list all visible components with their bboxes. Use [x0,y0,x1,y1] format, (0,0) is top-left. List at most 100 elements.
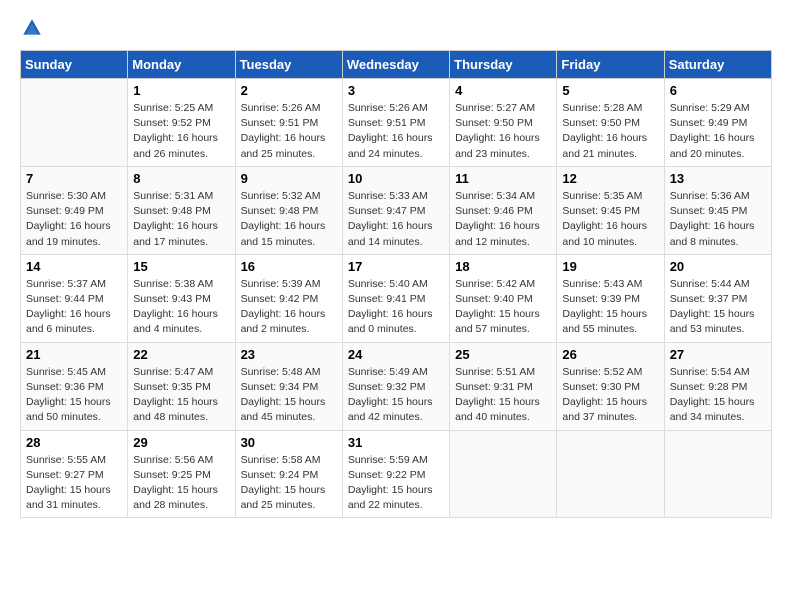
day-info: Sunrise: 5:59 AM Sunset: 9:22 PM Dayligh… [348,453,444,514]
day-info: Sunrise: 5:44 AM Sunset: 9:37 PM Dayligh… [670,277,766,338]
calendar-cell: 27 Sunrise: 5:54 AM Sunset: 9:28 PM Dayli… [664,342,771,430]
day-number: 5 [562,83,658,98]
day-number: 10 [348,171,444,186]
week-row-4: 28Sunrise: 5:55 AM Sunset: 9:27 PM Dayli… [21,430,772,518]
day-number: 2 [241,83,337,98]
day-number: 11 [455,171,551,186]
day-number: 31 [348,435,444,450]
calendar-cell: 2 Sunrise: 5:26 AM Sunset: 9:51 PM Daylig… [235,79,342,167]
day-info: Sunrise: 5:26 AM Sunset: 9:51 PM Dayligh… [348,101,444,162]
day-number: 18 [455,259,551,274]
day-info: Sunrise: 5:38 AM Sunset: 9:43 PM Dayligh… [133,277,229,338]
day-number: 21 [26,347,122,362]
calendar-cell: 12 Sunrise: 5:35 AM Sunset: 9:45 PM Dayli… [557,166,664,254]
week-row-1: 7 Sunrise: 5:30 AM Sunset: 9:49 PM Daylig… [21,166,772,254]
week-row-0: 1 Sunrise: 5:25 AM Sunset: 9:52 PM Daylig… [21,79,772,167]
day-number: 14 [26,259,122,274]
day-info: Sunrise: 5:47 AM Sunset: 9:35 PM Dayligh… [133,365,229,426]
calendar-cell [450,430,557,518]
day-info: Sunrise: 5:31 AM Sunset: 9:48 PM Dayligh… [133,189,229,250]
calendar-cell: 24Sunrise: 5:49 AM Sunset: 9:32 PM Dayli… [342,342,449,430]
calendar-cell: 31 Sunrise: 5:59 AM Sunset: 9:22 PM Dayli… [342,430,449,518]
day-info: Sunrise: 5:35 AM Sunset: 9:45 PM Dayligh… [562,189,658,250]
day-number: 6 [670,83,766,98]
calendar-cell: 13 Sunrise: 5:36 AM Sunset: 9:45 PM Dayli… [664,166,771,254]
day-number: 7 [26,171,122,186]
day-number: 8 [133,171,229,186]
calendar-cell: 10 Sunrise: 5:33 AM Sunset: 9:47 PM Dayli… [342,166,449,254]
calendar-cell: 29 Sunrise: 5:56 AM Sunset: 9:25 PM Dayli… [128,430,235,518]
logo-icon [22,18,42,38]
day-info: Sunrise: 5:54 AM Sunset: 9:28 PM Dayligh… [670,365,766,426]
day-info: Sunrise: 5:29 AM Sunset: 9:49 PM Dayligh… [670,101,766,162]
calendar-cell: 22 Sunrise: 5:47 AM Sunset: 9:35 PM Dayli… [128,342,235,430]
day-number: 9 [241,171,337,186]
calendar-cell: 4 Sunrise: 5:27 AM Sunset: 9:50 PM Daylig… [450,79,557,167]
calendar-cell: 16 Sunrise: 5:39 AM Sunset: 9:42 PM Dayli… [235,254,342,342]
day-number: 22 [133,347,229,362]
calendar-cell: 20Sunrise: 5:44 AM Sunset: 9:37 PM Dayli… [664,254,771,342]
day-info: Sunrise: 5:40 AM Sunset: 9:41 PM Dayligh… [348,277,444,338]
day-header-tuesday: Tuesday [235,51,342,79]
day-number: 13 [670,171,766,186]
calendar-cell [557,430,664,518]
day-number: 26 [562,347,658,362]
day-info: Sunrise: 5:45 AM Sunset: 9:36 PM Dayligh… [26,365,122,426]
day-info: Sunrise: 5:36 AM Sunset: 9:45 PM Dayligh… [670,189,766,250]
day-number: 30 [241,435,337,450]
calendar-cell: 15 Sunrise: 5:38 AM Sunset: 9:43 PM Dayli… [128,254,235,342]
day-info: Sunrise: 5:28 AM Sunset: 9:50 PM Dayligh… [562,101,658,162]
calendar-table: SundayMondayTuesdayWednesdayThursdayFrid… [20,50,772,518]
day-header-saturday: Saturday [664,51,771,79]
calendar-cell: 1 Sunrise: 5:25 AM Sunset: 9:52 PM Daylig… [128,79,235,167]
day-header-wednesday: Wednesday [342,51,449,79]
calendar-cell: 11 Sunrise: 5:34 AM Sunset: 9:46 PM Dayli… [450,166,557,254]
calendar-cell: 9 Sunrise: 5:32 AM Sunset: 9:48 PM Daylig… [235,166,342,254]
day-info: Sunrise: 5:34 AM Sunset: 9:46 PM Dayligh… [455,189,551,250]
calendar-cell: 8 Sunrise: 5:31 AM Sunset: 9:48 PM Daylig… [128,166,235,254]
header-row: SundayMondayTuesdayWednesdayThursdayFrid… [21,51,772,79]
day-info: Sunrise: 5:51 AM Sunset: 9:31 PM Dayligh… [455,365,551,426]
week-row-2: 14Sunrise: 5:37 AM Sunset: 9:44 PM Dayli… [21,254,772,342]
calendar-cell [21,79,128,167]
day-info: Sunrise: 5:33 AM Sunset: 9:47 PM Dayligh… [348,189,444,250]
day-number: 1 [133,83,229,98]
day-number: 29 [133,435,229,450]
calendar-cell: 18 Sunrise: 5:42 AM Sunset: 9:40 PM Dayli… [450,254,557,342]
calendar-cell: 14Sunrise: 5:37 AM Sunset: 9:44 PM Dayli… [21,254,128,342]
day-number: 4 [455,83,551,98]
calendar-cell: 19Sunrise: 5:43 AM Sunset: 9:39 PM Dayli… [557,254,664,342]
day-number: 16 [241,259,337,274]
day-number: 15 [133,259,229,274]
day-info: Sunrise: 5:25 AM Sunset: 9:52 PM Dayligh… [133,101,229,162]
day-header-monday: Monday [128,51,235,79]
calendar-cell: 5 Sunrise: 5:28 AM Sunset: 9:50 PM Daylig… [557,79,664,167]
day-number: 24 [348,347,444,362]
day-info: Sunrise: 5:32 AM Sunset: 9:48 PM Dayligh… [241,189,337,250]
calendar-cell: 7 Sunrise: 5:30 AM Sunset: 9:49 PM Daylig… [21,166,128,254]
calendar-cell [664,430,771,518]
day-header-friday: Friday [557,51,664,79]
week-row-3: 21 Sunrise: 5:45 AM Sunset: 9:36 PM Dayli… [21,342,772,430]
day-info: Sunrise: 5:58 AM Sunset: 9:24 PM Dayligh… [241,453,337,514]
day-number: 25 [455,347,551,362]
day-header-sunday: Sunday [21,51,128,79]
day-info: Sunrise: 5:39 AM Sunset: 9:42 PM Dayligh… [241,277,337,338]
header [20,20,772,40]
day-number: 12 [562,171,658,186]
day-number: 27 [670,347,766,362]
day-number: 19 [562,259,658,274]
calendar-cell: 28Sunrise: 5:55 AM Sunset: 9:27 PM Dayli… [21,430,128,518]
calendar-cell: 25 Sunrise: 5:51 AM Sunset: 9:31 PM Dayli… [450,342,557,430]
logo [20,20,42,40]
day-number: 28 [26,435,122,450]
calendar-cell: 21 Sunrise: 5:45 AM Sunset: 9:36 PM Dayli… [21,342,128,430]
day-header-thursday: Thursday [450,51,557,79]
day-info: Sunrise: 5:26 AM Sunset: 9:51 PM Dayligh… [241,101,337,162]
day-info: Sunrise: 5:56 AM Sunset: 9:25 PM Dayligh… [133,453,229,514]
calendar-cell: 3Sunrise: 5:26 AM Sunset: 9:51 PM Daylig… [342,79,449,167]
day-info: Sunrise: 5:30 AM Sunset: 9:49 PM Dayligh… [26,189,122,250]
day-info: Sunrise: 5:27 AM Sunset: 9:50 PM Dayligh… [455,101,551,162]
day-info: Sunrise: 5:42 AM Sunset: 9:40 PM Dayligh… [455,277,551,338]
day-number: 23 [241,347,337,362]
